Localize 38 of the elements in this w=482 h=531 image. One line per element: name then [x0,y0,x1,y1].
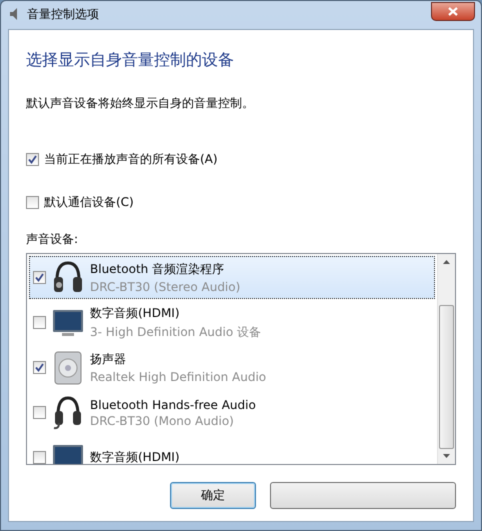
device-name: 扬声器 [90,351,127,368]
device-detail: DRC-BT30 (Stereo Audio) [90,280,240,294]
scrollbar[interactable] [437,254,455,464]
scroll-down-icon[interactable] [443,454,450,458]
checkbox[interactable] [33,361,46,374]
device-name: 数字音频(HDMI) [90,304,181,322]
checkbox[interactable] [26,152,39,166]
device-row[interactable]: 数字音频(HDMI) [29,436,435,464]
checkbox[interactable] [33,271,46,284]
dialog-button[interactable] [270,482,456,509]
description-text: 默认声音设备将始终显示自身的音量控制。 [26,95,255,112]
monitor-icon [52,442,84,464]
device-row[interactable]: Bluetooth 音频渲染程序 DRC-BT30 (Stereo Audio) [29,256,435,299]
scroll-up-icon[interactable] [443,260,450,264]
device-name: Bluetooth 音频渲染程序 [90,261,226,278]
device-detail: Realtek High Definition Audio [90,370,266,384]
devices-label: 声音设备: [26,231,80,248]
checkbox[interactable] [33,316,46,329]
dialog-heading: 选择显示自身音量控制的设备 [26,50,235,71]
window-title: 音量控制选项 [27,6,100,22]
device-detail: 3- High Definition Audio 设备 [90,324,262,340]
checkbox[interactable] [33,451,46,464]
device-name: 数字音频(HDMI) [90,449,180,464]
device-row[interactable]: Bluetooth Hands-free Audio DRC-BT30 (Mono Audio) [29,391,435,434]
headset-icon [53,394,83,430]
device-name: Bluetooth Hands-free Audio [90,398,256,412]
monitor-icon [52,308,84,338]
ok-button[interactable]: 确定 [170,482,256,509]
checkbox[interactable] [33,406,46,419]
close-button[interactable] [431,2,475,20]
device-row[interactable]: 数字音频(HDMI) 3- High Definition Audio 设备 [29,301,435,344]
device-detail: DRC-BT30 (Mono Audio) [90,414,235,428]
close-icon[interactable] [448,6,458,16]
speaker-icon [53,350,83,384]
checkbox-label[interactable]: 默认通信设备(C) [44,194,134,210]
device-row[interactable]: 扬声器 Realtek High Definition Audio [29,346,435,389]
checkbox-label[interactable]: 当前正在播放声音的所有设备(A) [44,150,218,168]
checkbox[interactable] [26,196,39,208]
